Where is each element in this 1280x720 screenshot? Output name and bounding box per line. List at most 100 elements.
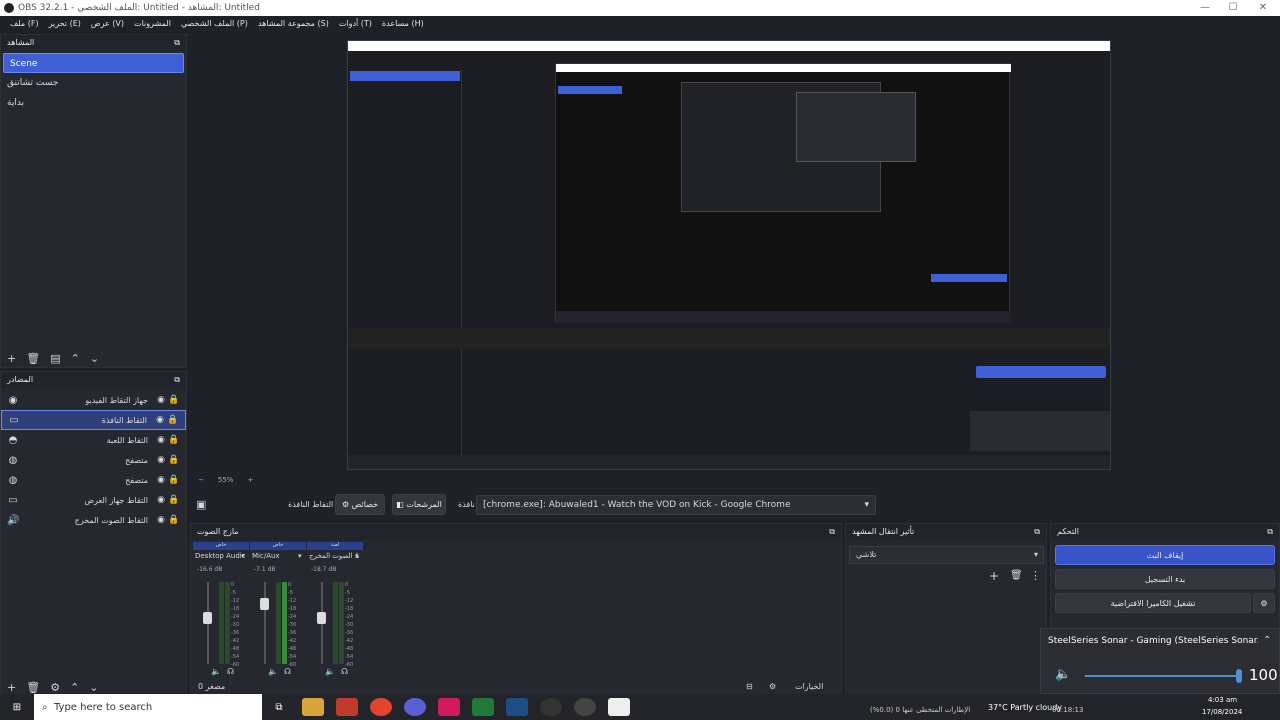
headphone-icon[interactable]: ☊	[284, 667, 291, 676]
speaker-icon[interactable]: 🔈	[1055, 667, 1071, 682]
eye-icon[interactable]: ◉	[154, 475, 168, 485]
arrow-up-icon[interactable]: ⌃	[70, 681, 79, 694]
mute-icon[interactable]: 🔈	[211, 667, 221, 676]
undock-icon[interactable]: ⧉	[174, 372, 180, 388]
window-select[interactable]: [chrome.exe]: Abuwaled1 - Watch the VOD …	[476, 495, 876, 515]
eye-icon[interactable]: ◉	[153, 415, 167, 425]
zoom-minus-icon[interactable]: −	[198, 476, 204, 488]
mute-icon[interactable]: 🔈	[325, 667, 335, 676]
gear-icon[interactable]: ⚙	[50, 681, 60, 694]
eye-icon[interactable]: ◉	[154, 495, 168, 505]
properties-button[interactable]: ⚙ خصائص	[335, 494, 385, 515]
chevron-down-icon: ▾	[864, 500, 869, 510]
transition-select[interactable]: تلاشي ▾	[849, 546, 1044, 564]
audio-device-name[interactable]: SteelSeries Sonar - Gaming (SteelSeries …	[1048, 636, 1258, 646]
maximize-icon[interactable]: ☐	[1218, 0, 1248, 16]
collapse-icon[interactable]: ⊟	[746, 682, 753, 691]
headphone-icon[interactable]: ☊	[227, 667, 234, 676]
mute-icon[interactable]: 🔈	[268, 667, 278, 676]
calendar-icon[interactable]	[608, 698, 630, 716]
eye-icon[interactable]: ◉	[154, 515, 168, 525]
file-explorer-icon[interactable]	[302, 698, 324, 716]
lock-icon[interactable]: 🔒	[168, 455, 180, 465]
source-item[interactable]: 🔊 التقاط الصوت المخرج ◉ 🔒	[1, 510, 186, 530]
chevron-down-icon[interactable]: ▾	[355, 552, 359, 560]
scene-item[interactable]: بداية	[1, 93, 186, 113]
menu-docks[interactable]: المشرونات	[134, 19, 171, 28]
lock-icon[interactable]: 🔒	[168, 495, 180, 505]
taskbar-search[interactable]: ⌕ Type here to search	[34, 694, 262, 720]
gear-icon[interactable]: ⚙	[1253, 593, 1275, 613]
chevron-up-icon[interactable]: ⌃	[1263, 635, 1271, 646]
arrow-down-icon[interactable]: ⌄	[90, 352, 99, 365]
lock-icon[interactable]: 🔒	[168, 515, 180, 525]
undock-icon[interactable]: ⧉	[829, 524, 835, 540]
menu-profile[interactable]: الملف الشخصي (P)	[181, 19, 248, 28]
undock-icon[interactable]: ⧉	[1267, 524, 1273, 540]
scene-item[interactable]: Scene	[3, 53, 184, 73]
virtual-camera-button[interactable]: تشغيل الكاميرا الافتراضية	[1055, 593, 1251, 613]
source-item[interactable]: ◍ متصفح ◉ 🔒	[1, 470, 186, 490]
eye-icon[interactable]: ◉	[154, 435, 168, 445]
add-icon[interactable]: +	[7, 681, 16, 694]
eye-icon[interactable]: ◉	[154, 395, 168, 405]
lock-icon[interactable]: 🔒	[167, 415, 179, 425]
weather[interactable]: 37°C Partly cloudy	[988, 703, 1062, 712]
filter-icon[interactable]: ▤	[50, 352, 60, 365]
preview-canvas[interactable]	[347, 40, 1111, 470]
volume-slider-thumb[interactable]	[1236, 669, 1242, 683]
task-view-icon[interactable]: ⧉	[268, 698, 290, 716]
windows-start-icon[interactable]: ⊞	[6, 698, 28, 716]
arrow-down-icon[interactable]: ⌄	[89, 681, 98, 694]
source-item[interactable]: ◉ جهاز التقاط الفيديو ◉ 🔒	[1, 390, 186, 410]
menu-edit[interactable]: تحرير (E)	[49, 19, 81, 28]
menu-tools[interactable]: أدوات (T)	[339, 19, 372, 28]
tiktok-icon[interactable]	[438, 698, 460, 716]
eye-icon[interactable]: ◉	[154, 455, 168, 465]
fader-handle[interactable]	[260, 598, 269, 610]
fader-handle[interactable]	[203, 612, 212, 624]
menu-view[interactable]: عرض (V)	[91, 19, 124, 28]
add-icon[interactable]: +	[989, 569, 999, 583]
undock-icon[interactable]: ⧉	[174, 35, 180, 51]
stream-button[interactable]: إيقاف البث	[1055, 545, 1275, 565]
source-item[interactable]: ▭ التقاط جهاز العرض ◉ 🔒	[1, 490, 186, 510]
menu-help[interactable]: مساعدة (H)	[382, 19, 424, 28]
add-icon[interactable]: +	[7, 352, 16, 365]
trash-icon[interactable]: 🗑	[1010, 570, 1023, 581]
settings-icon[interactable]: ⚙	[769, 682, 776, 691]
lock-icon[interactable]: 🔒	[168, 395, 180, 405]
close-icon[interactable]: ✕	[1248, 0, 1278, 16]
source-item[interactable]: ◓ التقاط اللعبة ◉ 🔒	[1, 430, 186, 450]
menu-scene-collection[interactable]: مجموعة المشاهد (S)	[258, 19, 329, 28]
lock-icon[interactable]: 🔒	[168, 435, 180, 445]
chrome-icon[interactable]	[370, 698, 392, 716]
lock-icon[interactable]: 🔒	[168, 475, 180, 485]
volume-slider[interactable]	[1085, 675, 1240, 677]
discord-icon[interactable]	[404, 698, 426, 716]
obs-icon[interactable]	[540, 698, 562, 716]
record-button[interactable]: بدء التسجيل	[1055, 569, 1275, 589]
headphone-icon[interactable]: ☊	[341, 667, 348, 676]
more-icon[interactable]: ⋮	[1030, 569, 1041, 582]
steam-icon[interactable]	[506, 698, 528, 716]
volume-fader[interactable]	[264, 582, 266, 664]
fader-handle[interactable]	[317, 612, 326, 624]
minimize-icon[interactable]: —	[1190, 0, 1220, 16]
trash-icon[interactable]: 🗑	[26, 352, 40, 365]
source-item[interactable]: ◍ متصفح ◉ 🔒	[1, 450, 186, 470]
zoom-plus-icon[interactable]: +	[247, 476, 253, 488]
app-icon[interactable]	[472, 698, 494, 716]
trash-icon[interactable]: 🗑	[26, 681, 40, 694]
undock-icon[interactable]: ⧉	[1034, 524, 1040, 540]
app-icon[interactable]	[336, 698, 358, 716]
chevron-down-icon[interactable]: ▾	[298, 552, 302, 560]
filters-button[interactable]: ◧ المرشحات	[392, 494, 446, 515]
menu-file[interactable]: ملف (F)	[10, 19, 39, 28]
chevron-down-icon[interactable]: ▾	[241, 552, 245, 560]
source-item[interactable]: ▭ التقاط النافذة ◉ 🔒	[1, 410, 186, 430]
scene-item[interactable]: جست تشاتنق	[1, 73, 186, 93]
arrow-up-icon[interactable]: ⌃	[71, 352, 80, 365]
settings-icon[interactable]	[574, 698, 596, 716]
mixer-options[interactable]: الخيارات	[795, 682, 823, 691]
